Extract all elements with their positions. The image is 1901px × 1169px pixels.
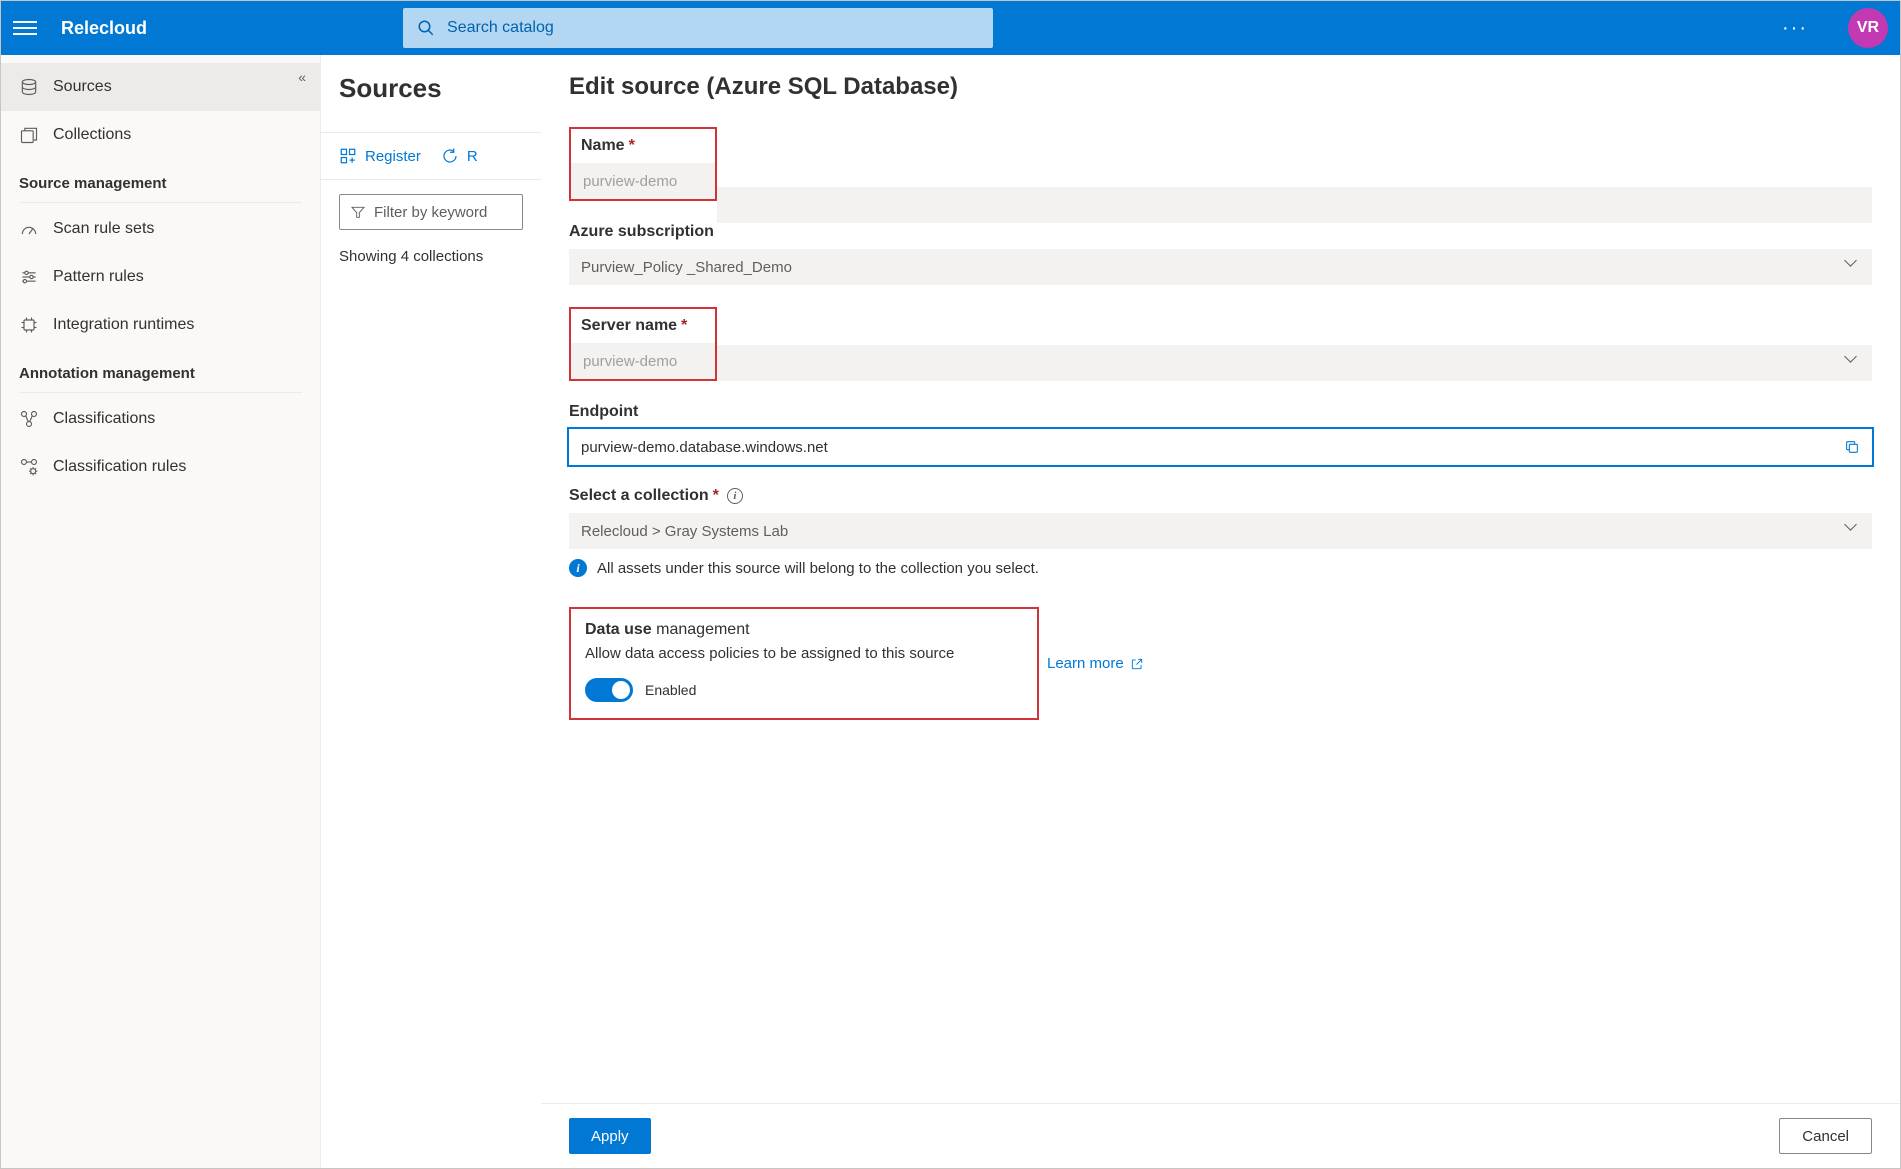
relations-icon bbox=[19, 409, 39, 429]
server-input[interactable]: purview-demo bbox=[571, 343, 715, 379]
endpoint-label: Endpoint bbox=[569, 403, 638, 421]
edit-source-panel: Edit source (Azure SQL Database) Name * … bbox=[541, 55, 1900, 1168]
copy-icon[interactable] bbox=[1844, 439, 1860, 455]
refresh-button[interactable]: R bbox=[441, 147, 478, 165]
register-button[interactable]: Register bbox=[339, 147, 421, 165]
gauge-icon bbox=[19, 219, 39, 239]
nav-section-source-mgmt: Source management bbox=[1, 159, 320, 200]
nav-item-integration-runtimes[interactable]: Integration runtimes bbox=[1, 301, 320, 349]
nav-label: Integration runtimes bbox=[53, 316, 194, 334]
learn-more-link[interactable]: Learn more bbox=[1047, 655, 1144, 672]
name-input-continuation bbox=[717, 187, 1872, 223]
sources-column: Sources Register R Filter by keyword Sho… bbox=[321, 55, 541, 1168]
subscription-value: Purview_Policy _Shared_Demo bbox=[581, 259, 792, 276]
nav-item-pattern-rules[interactable]: Pattern rules bbox=[1, 253, 320, 301]
nav-section-annotation-mgmt: Annotation management bbox=[1, 349, 320, 390]
endpoint-input[interactable]: purview-demo.database.windows.net bbox=[569, 429, 1872, 465]
toggle-state: Enabled bbox=[645, 682, 696, 698]
search-input[interactable]: Search catalog bbox=[403, 8, 993, 48]
sources-toolbar: Register R bbox=[321, 132, 541, 180]
subscription-select[interactable]: Purview_Policy _Shared_Demo bbox=[569, 249, 1872, 285]
info-icon: i bbox=[569, 559, 587, 577]
chip-icon bbox=[19, 315, 39, 335]
search-icon bbox=[417, 19, 435, 37]
collection-help: All assets under this source will belong… bbox=[597, 560, 1039, 577]
panel-footer: Apply Cancel bbox=[541, 1103, 1900, 1168]
nav-item-collections[interactable]: Collections bbox=[1, 111, 320, 159]
filter-input[interactable]: Filter by keyword bbox=[339, 194, 523, 230]
refresh-icon bbox=[441, 147, 459, 165]
sliders-icon bbox=[19, 267, 39, 287]
nav-item-scan-rule-sets[interactable]: Scan rule sets bbox=[1, 205, 320, 253]
endpoint-value: purview-demo.database.windows.net bbox=[581, 439, 828, 456]
required-mark: * bbox=[681, 317, 687, 335]
nav-label: Classifications bbox=[53, 410, 155, 428]
register-label: Register bbox=[365, 148, 421, 165]
grid-plus-icon bbox=[339, 147, 357, 165]
required-mark: * bbox=[629, 137, 635, 155]
collections-icon bbox=[19, 125, 39, 145]
left-nav: « Sources Collections Source management … bbox=[1, 55, 321, 1168]
data-use-mgmt-highlight: Data use management Allow data access po… bbox=[569, 607, 1039, 720]
server-label: Server name bbox=[581, 317, 677, 335]
chevron-down-icon bbox=[1846, 356, 1860, 370]
server-field-highlight: Server name * purview-demo bbox=[569, 307, 717, 381]
nav-label: Pattern rules bbox=[53, 268, 144, 286]
collection-value: Relecloud > Gray Systems Lab bbox=[581, 523, 788, 540]
external-link-icon bbox=[1130, 657, 1144, 671]
showing-text: Showing 4 collections bbox=[339, 248, 523, 265]
nav-label: Collections bbox=[53, 126, 131, 144]
nav-label: Sources bbox=[53, 78, 112, 96]
brand-title: Relecloud bbox=[61, 18, 147, 39]
nav-item-classification-rules[interactable]: Classification rules bbox=[1, 443, 320, 491]
collapse-nav-button[interactable]: « bbox=[298, 69, 306, 85]
chevron-down-icon bbox=[1846, 260, 1860, 274]
relations-gear-icon bbox=[19, 457, 39, 477]
info-icon[interactable]: i bbox=[727, 488, 743, 504]
menu-icon[interactable] bbox=[13, 16, 37, 40]
search-placeholder: Search catalog bbox=[447, 19, 554, 37]
refresh-label: R bbox=[467, 148, 478, 165]
apply-button[interactable]: Apply bbox=[569, 1118, 651, 1154]
name-label: Name bbox=[581, 137, 625, 155]
more-button[interactable]: ··· bbox=[1770, 17, 1820, 40]
cancel-button[interactable]: Cancel bbox=[1779, 1118, 1872, 1154]
filter-icon bbox=[350, 204, 366, 220]
subscription-label: Azure subscription bbox=[569, 223, 714, 241]
name-input[interactable]: purview-demo bbox=[571, 163, 715, 199]
required-mark: * bbox=[713, 487, 719, 505]
nav-item-classifications[interactable]: Classifications bbox=[1, 395, 320, 443]
server-select-continuation bbox=[717, 345, 1872, 381]
panel-title: Edit source (Azure SQL Database) bbox=[569, 73, 1872, 101]
filter-placeholder: Filter by keyword bbox=[374, 204, 487, 221]
nav-label: Scan rule sets bbox=[53, 220, 154, 238]
nav-label: Classification rules bbox=[53, 458, 186, 476]
collection-label: Select a collection bbox=[569, 487, 709, 505]
avatar[interactable]: VR bbox=[1848, 8, 1888, 48]
database-icon bbox=[19, 77, 39, 97]
data-use-toggle[interactable] bbox=[585, 678, 633, 702]
data-use-title: Data use management bbox=[585, 621, 1023, 639]
name-field-highlight: Name * purview-demo bbox=[569, 127, 717, 201]
collection-select[interactable]: Relecloud > Gray Systems Lab bbox=[569, 513, 1872, 549]
nav-item-sources[interactable]: Sources bbox=[1, 63, 320, 111]
top-bar: Relecloud Search catalog ··· VR bbox=[1, 1, 1900, 55]
chevron-down-icon bbox=[1846, 524, 1860, 538]
sources-title: Sources bbox=[339, 73, 523, 104]
data-use-desc: Allow data access policies to be assigne… bbox=[585, 645, 1023, 662]
